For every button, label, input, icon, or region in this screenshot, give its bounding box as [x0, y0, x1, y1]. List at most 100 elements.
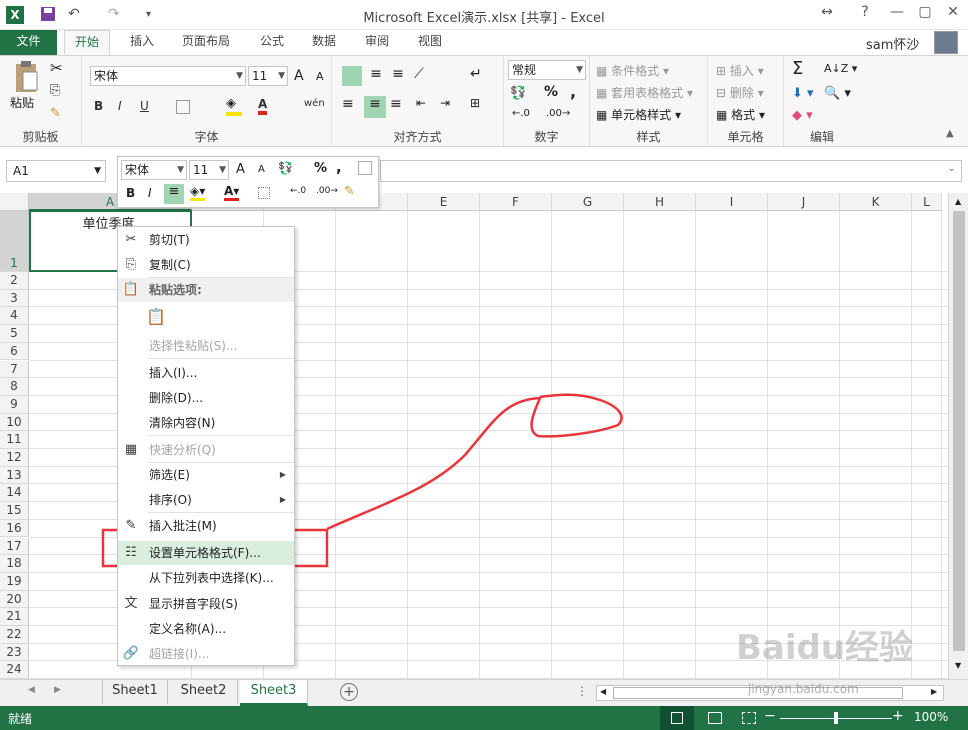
mini-italic-button[interactable]: I — [148, 186, 152, 200]
context-menu-item[interactable]: ⎘ 复制(C) — [118, 253, 294, 277]
comma-button[interactable]: , — [570, 82, 576, 101]
tab-data[interactable]: 数据 — [302, 30, 346, 55]
sort-filter-icon[interactable]: A↓Z ▾ — [824, 62, 857, 75]
row-header[interactable]: 7 — [0, 360, 29, 379]
mini-shrink-icon[interactable]: A — [258, 164, 265, 175]
row-header[interactable]: 18 — [0, 555, 29, 573]
mini-size-combo[interactable]: 11 ▼ — [189, 160, 229, 180]
align-left-icon[interactable]: ≡ — [342, 96, 354, 112]
indent-decrease-icon[interactable]: ⇤ — [416, 96, 426, 110]
number-format-combo[interactable]: 常规 ▼ — [508, 60, 586, 80]
decrease-decimal-icon[interactable]: .00→ — [546, 108, 570, 119]
help-button[interactable]: ? — [854, 4, 876, 24]
align-top-icon[interactable] — [342, 66, 362, 86]
row-header[interactable]: 13 — [0, 466, 29, 485]
currency-icon[interactable]: 💱 — [510, 86, 526, 101]
context-menu-item[interactable]: 文显示拼音字段(S) — [118, 592, 294, 616]
context-menu-item[interactable]: 筛选(E) ▶ — [118, 463, 294, 487]
page-layout-view-icon[interactable] — [708, 712, 722, 724]
align-bottom-icon[interactable]: ≡ — [388, 66, 408, 86]
row-header[interactable]: 14 — [0, 484, 29, 503]
tab-insert[interactable]: 插入 — [120, 30, 164, 55]
tab-view[interactable]: 视图 — [408, 30, 452, 55]
zoom-out-button[interactable]: − — [764, 708, 776, 724]
collapse-ribbon-icon[interactable]: ▲ — [946, 128, 954, 139]
font-color-icon[interactable]: A — [258, 94, 268, 115]
percent-button[interactable]: % — [544, 84, 558, 100]
mini-format-painter-icon[interactable]: ✎ — [344, 184, 355, 199]
row-header[interactable]: 22 — [0, 626, 29, 644]
context-menu-item[interactable]: 清除内容(N) — [118, 411, 294, 435]
row-header[interactable]: 3 — [0, 289, 29, 308]
normal-view-icon[interactable] — [660, 706, 694, 730]
column-header[interactable]: G — [552, 193, 624, 211]
scroll-down-icon[interactable]: ▼ — [955, 661, 961, 670]
row-header[interactable]: 1 — [0, 211, 29, 272]
insert-cells-button[interactable]: ⊞ 插入 ▾ — [716, 62, 764, 79]
name-box[interactable]: A1 ▼ — [6, 160, 106, 182]
mini-bold-button[interactable]: B — [126, 186, 135, 200]
zoom-slider-thumb[interactable] — [834, 712, 838, 724]
column-header[interactable]: F — [480, 193, 552, 211]
restore-button[interactable]: ▢ — [914, 4, 936, 24]
next-sheet-icon[interactable]: ▶ — [54, 685, 61, 695]
context-menu-item[interactable]: 选择性粘贴(S)... — [118, 334, 294, 358]
merge-center-icon[interactable]: ⊞ — [470, 96, 480, 110]
context-menu-item[interactable]: ☷ 设置单元格格式(F)... — [118, 541, 294, 565]
scroll-left-icon[interactable]: ◀ — [600, 687, 606, 696]
row-header[interactable]: 8 — [0, 378, 29, 396]
row-header[interactable]: 4 — [0, 307, 29, 326]
prev-sheet-icon[interactable]: ◀ — [28, 685, 35, 695]
row-header[interactable]: 9 — [0, 395, 29, 414]
row-header[interactable]: 6 — [0, 342, 29, 361]
format-cells-button[interactable]: ▦ 格式 ▾ — [716, 106, 765, 123]
select-all-corner[interactable] — [0, 193, 29, 211]
fill-icon[interactable]: ⬇ ▾ — [792, 86, 814, 101]
table-format-button[interactable]: ▦ 套用表格格式 ▾ — [596, 84, 693, 101]
vertical-scroll-thumb[interactable] — [953, 211, 965, 651]
context-menu-item[interactable]: 插入(I)... — [118, 361, 294, 385]
tab-home[interactable]: 开始 — [64, 30, 111, 55]
user-name[interactable]: sam怀沙 — [866, 34, 919, 53]
paste-label[interactable]: 粘贴 — [10, 94, 34, 111]
context-menu-item[interactable]: ▦ 快速分析(Q) — [118, 438, 294, 462]
row-header[interactable]: 19 — [0, 572, 29, 591]
close-button[interactable]: ✕ — [942, 4, 964, 24]
wrap-text-icon[interactable]: ↵ — [470, 66, 482, 82]
sheet-tab-2[interactable]: Sheet2 — [170, 680, 238, 704]
context-menu-item[interactable]: 📋 — [118, 302, 294, 332]
cut-icon[interactable]: ✂ — [50, 59, 63, 77]
context-menu-item[interactable]: 📋 粘贴选项: — [118, 278, 294, 302]
row-header[interactable]: 24 — [0, 661, 29, 679]
context-menu-item[interactable]: 从下拉列表中选择(K)... — [118, 566, 294, 590]
indent-increase-icon[interactable]: ⇥ — [440, 96, 450, 110]
page-break-view-icon[interactable] — [742, 712, 756, 724]
row-header[interactable]: 5 — [0, 325, 29, 343]
delete-cells-button[interactable]: ⊟ 删除 ▾ — [716, 84, 764, 101]
font-grow-icon[interactable]: A — [294, 68, 304, 84]
zoom-level[interactable]: 100% — [914, 710, 948, 724]
increase-decimal-icon[interactable]: ←.0 — [512, 108, 530, 119]
row-header[interactable]: 2 — [0, 272, 29, 290]
scroll-up-icon[interactable]: ▲ — [955, 197, 961, 206]
underline-button[interactable]: U — [140, 96, 149, 118]
mini-dec-decimal-icon[interactable]: .00→ — [316, 186, 338, 196]
mini-currency-icon[interactable]: 💱 — [278, 161, 293, 175]
mini-inc-decimal-icon[interactable]: ←.0 — [290, 186, 306, 196]
row-header[interactable]: 17 — [0, 537, 29, 556]
phonetic-icon[interactable]: wén — [304, 98, 325, 109]
zoom-in-button[interactable]: + — [892, 708, 904, 724]
clear-icon[interactable]: ◆ ▾ — [792, 108, 813, 123]
vertical-scrollbar[interactable]: ▲ ▼ — [948, 193, 968, 679]
context-menu-item[interactable]: 排序(O) ▶ — [118, 488, 294, 512]
paste-icon[interactable] — [12, 60, 40, 96]
column-header[interactable]: J — [768, 193, 840, 211]
font-size-combo[interactable]: 11 ▼ — [248, 66, 288, 86]
border-icon[interactable] — [176, 100, 190, 114]
align-right-icon[interactable]: ≡ — [390, 96, 402, 112]
mini-table-icon[interactable] — [358, 161, 372, 175]
sheet-tab-1[interactable]: Sheet1 — [102, 680, 168, 704]
column-header[interactable]: I — [696, 193, 768, 211]
column-header[interactable]: H — [624, 193, 696, 211]
fill-color-icon[interactable]: ◈ — [226, 96, 242, 116]
